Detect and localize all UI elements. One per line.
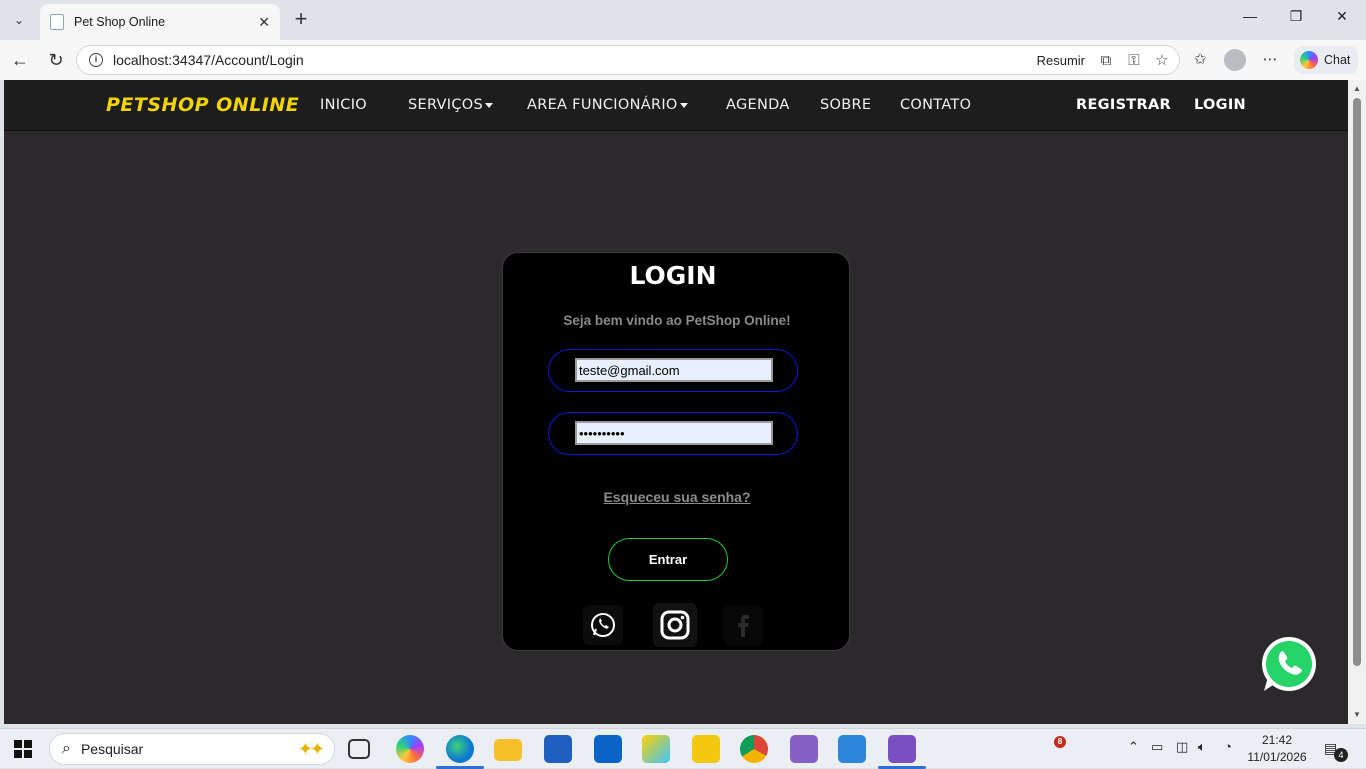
clock-time: 21:42 — [1261, 733, 1293, 747]
profile-avatar[interactable] — [1224, 49, 1246, 71]
tab-list-button[interactable]: ⌄ — [6, 8, 32, 32]
browser-tab-bar: ⌄ Pet Shop Online ✕ + — ❐ ✕ — [0, 0, 1366, 40]
restore-button[interactable]: ❐ — [1274, 8, 1318, 32]
nav-area-funcionario-label: AREA FUNCIONÁRIO — [527, 97, 678, 113]
scroll-up-icon[interactable]: ▲ — [1352, 84, 1362, 93]
browser-toolbar: ← ↻ i localhost:34347/Account/Login Resu… — [0, 40, 1366, 80]
store-icon[interactable] — [544, 735, 572, 763]
page-favicon-icon — [50, 14, 64, 30]
taskbar-search-label: Pesquisar — [80, 741, 144, 757]
visual-studio-icon[interactable] — [790, 735, 818, 763]
nav-contato[interactable]: CONTATO — [900, 97, 971, 113]
edge-icon[interactable] — [436, 735, 484, 769]
chevron-down-icon: ⌄ — [13, 13, 25, 27]
windows-start-icon[interactable] — [14, 740, 32, 758]
windows-taskbar: ⌕ Pesquisar ✦✦ ⌃ ▭ ◫ 🔈︎ ◔ 21:42 11/01/20… — [0, 728, 1366, 769]
page-viewport: PETSHOP ONLINE INICIO SERVIÇOS AREA FUNC… — [4, 80, 1348, 724]
new-tab-button[interactable]: + — [290, 8, 312, 32]
login-card: LOGIN Seja bem vindo ao PetShop Online! … — [502, 252, 850, 651]
facebook-icon[interactable] — [723, 605, 763, 645]
copilot-summarize-icon[interactable]: ⧉ — [1095, 52, 1117, 69]
reload-icon[interactable]: ↻ — [44, 48, 68, 72]
instagram-icon[interactable] — [653, 603, 697, 647]
caret-down-icon — [679, 102, 688, 108]
forgot-password-link[interactable]: Esqueceu sua senha? — [503, 489, 851, 505]
notification-count: 4 — [1334, 748, 1348, 762]
resumir-button[interactable]: Resumir — [1037, 53, 1085, 68]
more-options-icon[interactable]: ⋯ — [1258, 48, 1282, 72]
nav-login[interactable]: LOGIN — [1194, 97, 1246, 113]
power-bi-icon[interactable] — [692, 735, 720, 763]
whatsapp-floating-button[interactable] — [1258, 633, 1320, 695]
chrome-icon[interactable] — [740, 735, 768, 763]
minimize-button[interactable]: — — [1228, 8, 1272, 32]
visual-studio-active-icon[interactable] — [878, 735, 926, 769]
nav-servicos-label: SERVIÇOS — [408, 97, 483, 113]
window-close-button[interactable]: ✕ — [1320, 8, 1364, 32]
site-info-icon[interactable]: i — [89, 53, 103, 67]
whatsapp-icon — [1262, 637, 1316, 691]
welcome-text: Seja bem vindo ao PetShop Online! — [563, 313, 791, 328]
login-title: LOGIN — [629, 261, 717, 290]
email-field-wrapper — [548, 349, 798, 392]
chat-label: Chat — [1324, 53, 1351, 67]
password-field[interactable] — [575, 421, 773, 445]
key-icon[interactable]: ⚿ — [1123, 52, 1145, 69]
tab-title: Pet Shop Online — [74, 15, 166, 29]
nav-sobre[interactable]: SOBRE — [820, 97, 871, 113]
whatsapp-icon[interactable] — [583, 605, 623, 645]
file-explorer-icon[interactable] — [494, 739, 522, 761]
scroll-down-icon[interactable]: ▼ — [1352, 710, 1362, 719]
copilot-icon — [1300, 51, 1318, 69]
outlook-icon[interactable] — [594, 735, 622, 763]
snipping-tool-icon[interactable] — [642, 735, 670, 763]
meet-icon[interactable]: ◫ — [1176, 739, 1188, 755]
page-scrollbar[interactable]: ▲ ▼ — [1348, 80, 1366, 724]
browser-tab[interactable]: Pet Shop Online ✕ — [40, 4, 280, 40]
battery-icon[interactable]: ▭ — [1151, 739, 1163, 755]
login-submit-button[interactable]: Entrar — [608, 538, 728, 581]
tab-close-icon[interactable]: ✕ — [258, 14, 270, 31]
copilot-chat-button[interactable]: Chat — [1294, 46, 1358, 74]
wifi-icon[interactable]: ◔ — [1224, 739, 1232, 754]
nav-inicio[interactable]: INICIO — [320, 97, 367, 113]
nav-servicos[interactable]: SERVIÇOS — [408, 97, 493, 113]
clock-date: 11/01/2026 — [1247, 750, 1307, 764]
caret-down-icon — [485, 102, 493, 108]
site-brand[interactable]: PETSHOP ONLINE — [106, 94, 299, 116]
nav-agenda[interactable]: AGENDA — [726, 97, 790, 113]
scrollbar-thumb[interactable] — [1353, 98, 1361, 666]
favorites-icon[interactable]: ✩ — [1188, 48, 1212, 72]
site-navbar: PETSHOP ONLINE INICIO SERVIÇOS AREA FUNC… — [4, 80, 1348, 131]
volume-icon[interactable]: 🔈︎ — [1198, 739, 1206, 755]
photos-icon[interactable] — [838, 735, 866, 763]
tray-chevron-up-icon[interactable]: ⌃ — [1128, 739, 1139, 755]
copilot-icon[interactable] — [396, 735, 424, 763]
task-view-icon[interactable] — [348, 739, 370, 759]
app-badge: 8 — [1054, 736, 1066, 748]
sparkle-icon: ✦✦ — [297, 738, 325, 759]
address-bar[interactable]: i localhost:34347/Account/Login Resumir … — [76, 45, 1180, 75]
taskbar-search[interactable]: ⌕ Pesquisar ✦✦ — [49, 733, 335, 765]
taskbar-clock[interactable]: 21:42 11/01/2026 — [1242, 732, 1312, 766]
nav-registrar[interactable]: REGISTRAR — [1076, 97, 1171, 113]
password-field-wrapper — [548, 412, 798, 455]
back-arrow-icon[interactable]: ← — [8, 48, 32, 72]
address-url[interactable]: localhost:34347/Account/Login — [113, 52, 1037, 68]
email-field[interactable] — [575, 358, 773, 382]
star-icon[interactable]: ☆ — [1151, 51, 1173, 69]
search-icon: ⌕ — [62, 740, 71, 757]
nav-area-funcionario[interactable]: AREA FUNCIONÁRIO — [527, 97, 688, 113]
